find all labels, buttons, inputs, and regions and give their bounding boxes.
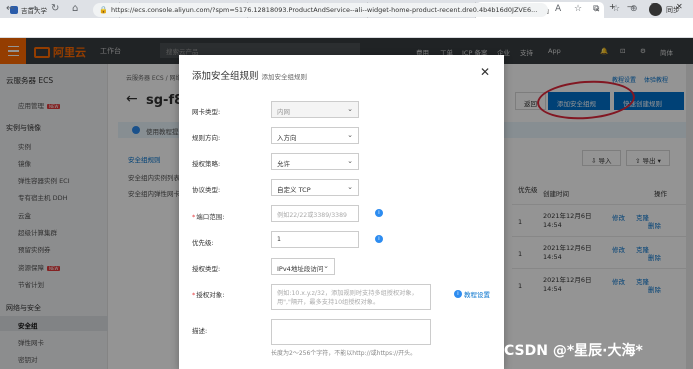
reload-icon[interactable]: ↻	[51, 3, 59, 14]
desc-textarea[interactable]	[271, 319, 431, 345]
direction-select[interactable]: 入方向 ⌄	[271, 127, 359, 144]
chevron-down-icon: ⌄	[323, 262, 329, 270]
required-mark: *	[192, 291, 196, 299]
collections-icon[interactable]: ☆	[612, 4, 620, 14]
url-text: https://ecs.console.aliyun.com/?spm=5176…	[111, 6, 538, 14]
reader-icon[interactable]: A	[555, 4, 561, 14]
port-input[interactable]: 例如22/22或3389/3389	[271, 205, 359, 222]
address-toolbar	[0, 18, 693, 38]
auth-object-label: *授权对象:	[192, 291, 225, 299]
direction-label: 规则方向:	[192, 134, 221, 142]
home-icon[interactable]: ⌂	[72, 3, 78, 14]
chevron-down-icon: ⌄	[347, 157, 353, 165]
info-icon[interactable]: i	[375, 209, 383, 217]
favorite-icon[interactable]: ☆	[574, 4, 582, 14]
tutorial-link[interactable]: i 教程设置	[454, 289, 490, 299]
port-label: *端口范围:	[192, 213, 225, 221]
policy-select[interactable]: 允许 ⌄	[271, 153, 359, 170]
required-mark: *	[192, 213, 196, 221]
info-icon[interactable]: i	[375, 235, 383, 243]
extensions-icon[interactable]: ⧉	[593, 4, 599, 14]
avatar[interactable]	[649, 3, 662, 16]
sync-label[interactable]: 同步	[666, 5, 680, 15]
desc-hint: 长度为2～256个字符，不能以http://或https://开头。	[271, 350, 417, 357]
protocol-label: 协议类型:	[192, 186, 221, 194]
chevron-down-icon: ⌄	[347, 183, 353, 191]
auth-type-label: 授权类型:	[192, 265, 221, 273]
chevron-down-icon: ⌄	[347, 105, 353, 113]
back-icon[interactable]: ←	[6, 3, 14, 14]
lock-icon: 🔒	[99, 6, 108, 14]
nic-type-select: 内网 ⌄	[271, 101, 359, 118]
policy-label: 授权策略:	[192, 160, 221, 168]
dialog-title: 添加安全组规则 添加安全组规则	[192, 71, 308, 82]
priority-label: 优先级:	[192, 239, 214, 247]
auth-type-select[interactable]: IPv4地址段访问 ⌄	[271, 258, 335, 275]
forward-icon[interactable]: →	[29, 3, 37, 14]
protocol-select[interactable]: 自定义 TCP ⌄	[271, 179, 359, 196]
url-bar[interactable]: 🔒 https://ecs.console.aliyun.com/?spm=517…	[93, 3, 548, 17]
info-icon: i	[454, 290, 462, 298]
watermark: CSDN @*星辰·大海*	[504, 343, 643, 359]
dialog-subtitle: 添加安全组规则	[261, 73, 308, 81]
chevron-down-icon: ⌄	[347, 131, 353, 139]
desc-label: 描述:	[192, 327, 208, 335]
priority-input[interactable]: 1	[271, 231, 359, 248]
nic-type-label: 网卡类型:	[192, 108, 221, 116]
auth-object-textarea[interactable]: 例如:10.x.y.z/32，添加规则时支持多组授权对象，用","隔开，最多支持…	[271, 284, 431, 310]
profile-icon[interactable]: ⊕	[630, 4, 638, 14]
close-icon[interactable]: ✕	[480, 65, 490, 79]
